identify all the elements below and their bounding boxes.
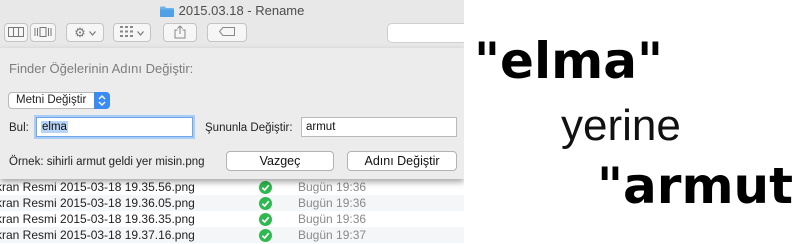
green-check-icon xyxy=(259,229,272,242)
search-field[interactable] xyxy=(387,23,464,43)
caption-connector-word: yerine xyxy=(561,101,681,150)
coverflow-view-icon xyxy=(34,26,52,39)
file-date: Bugün 19:37 xyxy=(298,228,367,242)
window-title: 2015.03.18 - Rename xyxy=(178,2,305,18)
rename-button[interactable]: Adını Değiştir xyxy=(347,151,457,171)
chevron-down-icon xyxy=(88,28,96,38)
table-row[interactable]: kran Resmi 2015-03-18 19.35.56.png Bugün… xyxy=(0,179,464,195)
sheet-title: Finder Öğelerinin Adını Değiştir: xyxy=(9,61,194,76)
caption-replace-word: "armut" xyxy=(597,157,795,215)
green-check-icon xyxy=(259,197,272,210)
rename-mode-select[interactable]: Metni Değiştir xyxy=(8,92,110,109)
file-date: Bugün 19:36 xyxy=(298,196,367,210)
find-label: Bul: xyxy=(9,122,29,134)
find-input[interactable]: elma xyxy=(36,117,193,137)
columns-view-button[interactable] xyxy=(4,23,28,42)
replace-label: Şununla Değiştir: xyxy=(205,122,293,134)
finder-window: 2015.03.18 - Rename ⚙ Finder Öğelerinin … xyxy=(0,0,464,244)
file-date: Bugün 19:36 xyxy=(298,212,367,226)
file-name: kran Resmi 2015-03-18 19.35.56.png xyxy=(0,180,195,194)
up-down-arrows-icon xyxy=(94,92,110,109)
arrange-button[interactable] xyxy=(113,23,151,42)
action-button[interactable]: ⚙ xyxy=(66,23,104,42)
table-row[interactable]: kran Resmi 2015-03-18 19.37.16.png Bugün… xyxy=(0,227,464,243)
share-icon xyxy=(174,24,186,41)
cancel-button[interactable]: Vazgeç xyxy=(226,151,334,171)
table-row[interactable]: kran Resmi 2015-03-18 19.36.05.png Bugün… xyxy=(0,195,464,211)
green-check-icon xyxy=(259,181,272,194)
file-name: kran Resmi 2015-03-18 19.37.16.png xyxy=(0,228,195,242)
file-list: kran Resmi 2015-03-18 19.35.56.png Bugün… xyxy=(0,179,464,243)
replace-input[interactable]: armut xyxy=(301,117,457,137)
chevron-down-icon xyxy=(137,28,144,38)
columns-view-icon xyxy=(8,26,24,39)
share-button[interactable] xyxy=(163,23,197,42)
example-text: Örnek: sihirli armut geldi yer misin.png xyxy=(9,156,205,168)
file-date: Bugün 19:36 xyxy=(298,180,367,194)
tags-button[interactable] xyxy=(207,23,247,42)
grid-arrange-icon xyxy=(120,26,133,39)
green-check-icon xyxy=(259,213,272,226)
gear-icon: ⚙ xyxy=(74,24,86,40)
toolbar: ⚙ xyxy=(0,20,464,49)
coverflow-view-button[interactable] xyxy=(30,23,56,42)
caption-find-word: "elma" xyxy=(474,32,663,90)
replace-input-value: armut xyxy=(306,121,336,133)
tag-icon xyxy=(218,27,235,38)
rename-mode-value: Metni Değiştir xyxy=(16,94,87,106)
find-input-value: elma xyxy=(41,121,68,133)
table-row[interactable]: kran Resmi 2015-03-18 19.36.35.png Bugün… xyxy=(0,211,464,227)
file-name: kran Resmi 2015-03-18 19.36.05.png xyxy=(0,196,195,210)
file-name: kran Resmi 2015-03-18 19.36.35.png xyxy=(0,212,195,226)
rename-sheet: Finder Öğelerinin Adını Değiştir: Metni … xyxy=(0,48,464,179)
title-bar: 2015.03.18 - Rename xyxy=(0,0,464,20)
folder-icon xyxy=(159,5,174,17)
